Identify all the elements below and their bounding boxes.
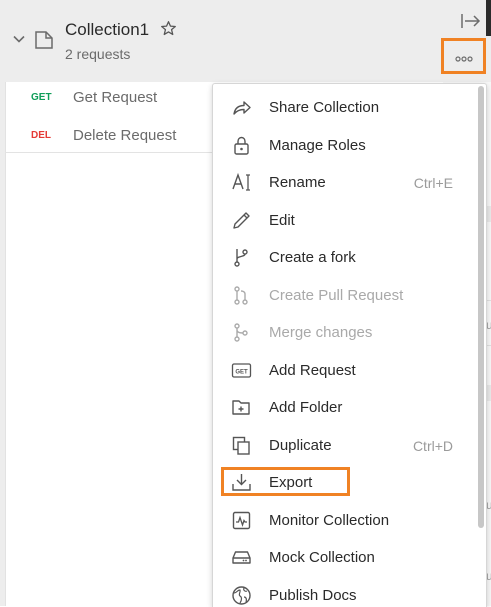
menu-item-label: Manage Roles: [269, 137, 366, 154]
collection-name[interactable]: Collection1: [65, 20, 149, 40]
menu-item-merge-changes: Merge changes: [213, 314, 475, 351]
menu-item-label: Publish Docs: [269, 587, 357, 604]
edge-panel: [486, 0, 491, 36]
method-badge: DEL: [31, 130, 51, 141]
shortcut-hint: Ctrl+E: [413, 175, 453, 191]
menu-item-label: Rename: [269, 174, 326, 191]
menu-scrollbar[interactable]: [478, 86, 484, 528]
share-icon: [233, 101, 251, 115]
collection-folder-icon: [35, 31, 53, 49]
collection-header[interactable]: Collection1 2 requests: [5, 0, 443, 82]
method-badge: GET: [31, 92, 52, 103]
row-divider: [5, 152, 215, 153]
menu-item-duplicate[interactable]: Duplicate Ctrl+D: [213, 427, 475, 464]
duplicate-icon: [232, 436, 250, 455]
menu-item-mock-collection[interactable]: Mock Collection: [213, 539, 475, 576]
shortcut-hint: Ctrl+D: [412, 438, 453, 454]
menu-item-manage-roles[interactable]: Manage Roles: [213, 127, 475, 164]
menu-item-publish-docs[interactable]: Publish Docs: [213, 577, 475, 607]
globe-icon: [232, 586, 251, 605]
menu-item-create-pull-request: Create Pull Request: [213, 277, 475, 314]
export-highlight-box: [221, 467, 350, 496]
request-name[interactable]: Get Request: [73, 89, 157, 106]
request-name[interactable]: Delete Request: [73, 127, 176, 144]
menu-item-label: Create a fork: [269, 249, 356, 266]
menu-item-monitor-collection[interactable]: Monitor Collection: [213, 502, 475, 539]
chevron-down-icon[interactable]: [13, 33, 25, 45]
menu-item-label: Add Request: [269, 362, 356, 379]
request-count: 2 requests: [65, 46, 131, 62]
menu-item-label: Merge changes: [269, 324, 373, 341]
menu-item-add-folder[interactable]: Add Folder: [213, 389, 475, 426]
monitor-icon: [232, 511, 251, 530]
menu-item-edit[interactable]: Edit: [213, 202, 475, 239]
menu-item-create-fork[interactable]: Create a fork: [213, 239, 475, 276]
menu-item-label: Duplicate: [269, 437, 332, 454]
lock-icon: [234, 136, 249, 155]
menu-item-label: Monitor Collection: [269, 512, 390, 529]
fork-icon: [234, 249, 248, 267]
menu-item-label: Edit: [269, 212, 295, 229]
get-request-icon: GET: [231, 363, 252, 378]
request-row-delete[interactable]: DEL Delete Request: [5, 117, 215, 155]
request-row-get[interactable]: GET Get Request: [5, 79, 215, 117]
menu-item-share-collection[interactable]: Share Collection: [213, 89, 475, 126]
pencil-icon: [233, 212, 250, 229]
svg-text:GET: GET: [235, 370, 248, 376]
menu-item-add-request[interactable]: GET Add Request: [213, 352, 475, 389]
menu-item-label: Create Pull Request: [269, 287, 404, 304]
collapse-sidebar-icon[interactable]: [460, 12, 482, 30]
more-actions-button[interactable]: [441, 38, 486, 74]
menu-item-label: Share Collection: [269, 99, 380, 116]
menu-item-rename[interactable]: Rename Ctrl+E: [213, 164, 475, 201]
collection-actions-menu: Share Collection Manage Roles Rename Ctr…: [212, 83, 487, 607]
menu-item-label: Add Folder: [269, 399, 343, 416]
add-folder-icon: [232, 400, 250, 415]
star-icon[interactable]: [160, 20, 177, 37]
menu-item-label: Mock Collection: [269, 549, 375, 566]
ellipsis-icon: [455, 56, 473, 62]
rename-icon: [232, 172, 250, 191]
pull-request-icon: [234, 286, 248, 305]
merge-icon: [234, 323, 248, 342]
mock-server-icon: [232, 551, 251, 564]
